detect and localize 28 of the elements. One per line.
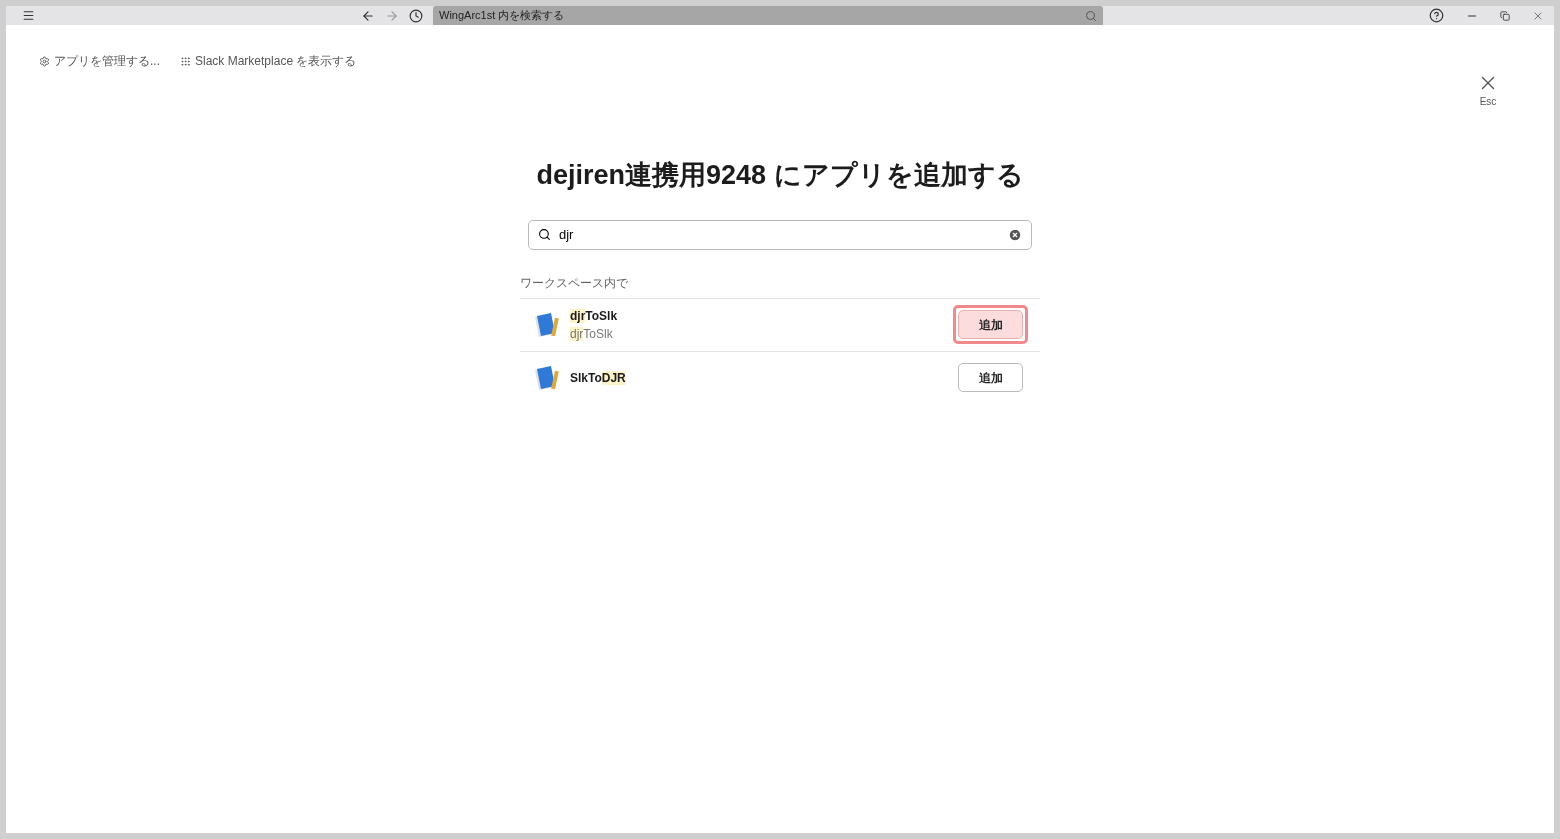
notebook-icon <box>532 364 560 391</box>
help-icon[interactable] <box>1429 8 1444 23</box>
app-handle: djr <box>570 326 584 341</box>
app-name: DJR <box>601 370 626 385</box>
top-link[interactable]: Slack Marketplace を表示する <box>180 52 357 70</box>
history-icon[interactable] <box>409 8 423 23</box>
search-icon <box>538 228 551 241</box>
app-name: djr <box>570 308 586 323</box>
restore-icon[interactable] <box>1500 10 1510 21</box>
app-row[interactable]: djrToSlk djrToSlk 追加 <box>520 297 1040 351</box>
page-heading: dejiren連携用9248 にアプリを追加する <box>536 159 1024 192</box>
search-input[interactable]: djr <box>528 219 1032 250</box>
section-label: ワークスペース内で <box>520 274 629 292</box>
app-handle: ToSlk <box>583 326 613 341</box>
close-button[interactable]: Esc <box>1477 72 1499 109</box>
grid-dots-icon <box>180 55 191 67</box>
clear-icon[interactable] <box>1008 227 1022 242</box>
app-name: ToSlk <box>585 308 618 323</box>
add-button[interactable]: 追加 <box>958 310 1023 339</box>
top-link[interactable]: アプリを管理する... <box>39 52 160 70</box>
add-button[interactable]: 追加 <box>958 363 1023 392</box>
notebook-icon <box>532 311 560 338</box>
menu-icon[interactable] <box>22 9 35 22</box>
app-row[interactable]: SlkToDJR 追加 <box>520 350 1040 404</box>
gear-icon <box>39 55 50 67</box>
app-name: SlkTo <box>570 370 602 385</box>
search-field[interactable]: WingArc1st 内を検索する <box>433 6 1103 25</box>
search-icon <box>1085 9 1097 22</box>
